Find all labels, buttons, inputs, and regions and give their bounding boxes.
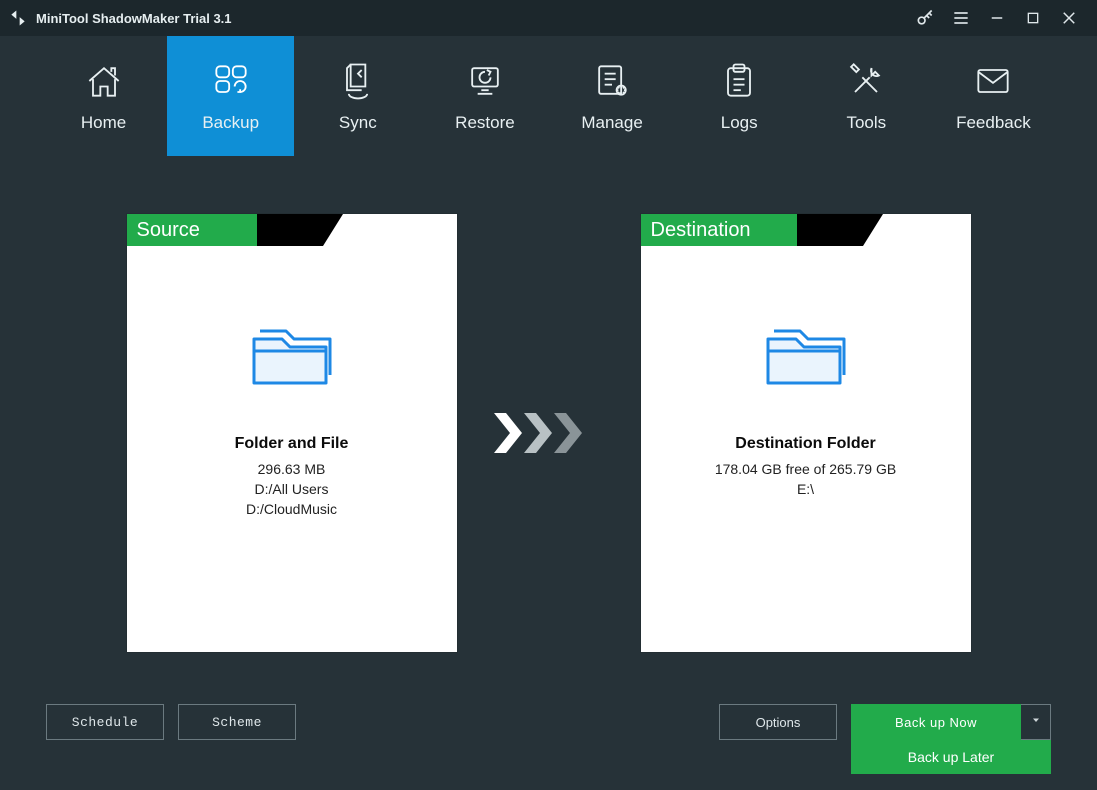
options-button[interactable]: Options <box>719 704 837 740</box>
backup-now-button[interactable]: Back up Now <box>851 704 1021 740</box>
nav-label: Backup <box>202 113 259 133</box>
menu-icon[interactable] <box>949 6 973 30</box>
nav-label: Home <box>81 113 126 133</box>
backup-now-dropdown-toggle[interactable] <box>1021 704 1051 740</box>
source-title: Folder and File <box>235 435 349 453</box>
app-logo-icon <box>6 6 30 30</box>
nav-manage[interactable]: Manage <box>549 36 676 156</box>
source-card-header: Source <box>127 214 457 262</box>
destination-card-header: Destination <box>641 214 971 262</box>
tools-icon <box>844 59 888 103</box>
nav-logs[interactable]: Logs <box>676 36 803 156</box>
nav-restore[interactable]: Restore <box>421 36 548 156</box>
nav-label: Feedback <box>956 113 1031 133</box>
source-path: D:/All Users <box>255 481 329 497</box>
source-size: 296.63 MB <box>258 461 326 477</box>
destination-free-space: 178.04 GB free of 265.79 GB <box>715 461 896 477</box>
home-icon <box>82 59 126 103</box>
scheme-button[interactable]: Scheme <box>178 704 296 740</box>
nav-label: Logs <box>721 113 758 133</box>
source-card[interactable]: Source Folder and File 296.63 MB D:/All … <box>127 214 457 652</box>
nav-label: Restore <box>455 113 515 133</box>
backup-icon <box>209 59 253 103</box>
logs-icon <box>717 59 761 103</box>
main-nav: Home Backup Sync <box>0 36 1097 156</box>
nav-tools[interactable]: Tools <box>803 36 930 156</box>
backup-now-group: Back up Now Back up Later <box>851 704 1051 740</box>
arrow-icon <box>489 214 609 652</box>
nav-label: Tools <box>846 113 886 133</box>
nav-label: Manage <box>581 113 642 133</box>
nav-sync[interactable]: Sync <box>294 36 421 156</box>
sync-icon <box>336 59 380 103</box>
destination-card[interactable]: Destination Destination Folder 178.04 GB… <box>641 214 971 652</box>
nav-label: Sync <box>339 113 377 133</box>
titlebar: MiniTool ShadowMaker Trial 3.1 <box>0 0 1097 36</box>
card-row: Source Folder and File 296.63 MB D:/All … <box>127 214 971 688</box>
footer: Schedule Scheme Options Back up Now Back… <box>0 688 1097 790</box>
window-title: MiniTool ShadowMaker Trial 3.1 <box>36 11 232 26</box>
folder-icon <box>242 317 342 397</box>
caret-down-icon <box>1030 714 1042 730</box>
nav-home[interactable]: Home <box>40 36 167 156</box>
schedule-button[interactable]: Schedule <box>46 704 164 740</box>
minimize-button[interactable] <box>985 6 1009 30</box>
folder-icon <box>756 317 856 397</box>
destination-tab-label: Destination <box>641 214 797 246</box>
maximize-button[interactable] <box>1021 6 1045 30</box>
key-icon[interactable] <box>913 6 937 30</box>
nav-backup[interactable]: Backup <box>167 36 294 156</box>
titlebar-controls <box>913 6 1091 30</box>
backup-later-menu-item[interactable]: Back up Later <box>851 740 1051 774</box>
source-path: D:/CloudMusic <box>246 501 337 517</box>
restore-icon <box>463 59 507 103</box>
backup-canvas: Source Folder and File 296.63 MB D:/All … <box>0 156 1097 688</box>
feedback-icon <box>971 59 1015 103</box>
nav-feedback[interactable]: Feedback <box>930 36 1057 156</box>
app-window: MiniTool ShadowMaker Trial 3.1 <box>0 0 1097 790</box>
destination-path: E:\ <box>797 481 814 497</box>
source-tab-label: Source <box>127 214 257 246</box>
close-button[interactable] <box>1057 6 1081 30</box>
destination-title: Destination Folder <box>735 435 875 453</box>
manage-icon <box>590 59 634 103</box>
